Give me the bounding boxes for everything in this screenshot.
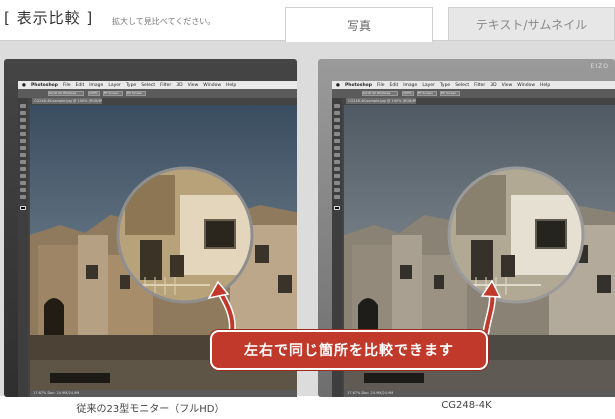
header: [ 表示比較 ] 拡大して見比べてください。 写真 テキスト/サムネイル — [0, 0, 615, 42]
fit-screen-button: Fit Screen — [103, 91, 123, 96]
fill-screen-button: Fill Screen — [440, 91, 460, 96]
tools-panel-left — [18, 98, 28, 397]
options-bar-right: Scroll All Windows 100% Fit Screen Fill … — [332, 89, 615, 98]
menu-item: Layer — [422, 82, 435, 88]
color-swatch-icon — [20, 206, 26, 210]
menu-item: File — [376, 82, 385, 88]
fit-screen-button: Fit Screen — [417, 91, 437, 96]
menu-item: Type — [125, 82, 137, 88]
eyedropper-tool-icon — [20, 132, 26, 136]
crop-tool-icon — [334, 125, 340, 129]
caption-left: 従来の23型モニター（フルHD） — [76, 404, 225, 415]
menu-item: Image — [89, 82, 104, 88]
menu-item: File — [62, 82, 71, 88]
options-bar-left: Scroll All Windows 100% Fit Screen Fill … — [18, 89, 297, 98]
tab-text-thumbnail[interactable]: テキスト/サムネイル — [448, 7, 615, 41]
comparison-callout: 左右で同じ箇所を比較できます — [210, 330, 488, 370]
brush-tool-icon — [334, 139, 340, 143]
caption-right: CG248-4K — [441, 400, 492, 411]
menu-item: Edit — [75, 82, 85, 88]
menu-item: 3D — [490, 82, 497, 88]
stamp-tool-icon — [20, 146, 26, 150]
zoom-100-button: 100% — [88, 91, 100, 96]
shape-tool-icon — [334, 181, 340, 185]
menu-item: Help — [226, 82, 237, 88]
hand-tool-icon — [20, 188, 26, 192]
marquee-tool-icon — [334, 111, 340, 115]
apple-icon: ● — [336, 82, 340, 88]
lasso-tool-icon — [20, 118, 26, 122]
scroll-all-button: Scroll All Windows — [362, 91, 398, 96]
menu-item: Filter — [474, 82, 486, 88]
color-swatch-icon — [334, 206, 340, 210]
tab-text-thumbnail-label: テキスト/サムネイル — [475, 18, 588, 32]
zoom-tool-icon — [334, 195, 340, 199]
eraser-tool-icon — [334, 153, 340, 157]
menu-item: Image — [403, 82, 418, 88]
menu-item: Edit — [389, 82, 399, 88]
document-tab-right: CG248-4K-sample.jpg @ 100% (RGB/8*) — [346, 98, 416, 104]
shape-tool-icon — [20, 181, 26, 185]
eraser-tool-icon — [20, 153, 26, 157]
menubar-left: ● Photoshop File Edit Image Layer Type S… — [18, 81, 297, 89]
eyedropper-tool-icon — [334, 132, 340, 136]
page-title: [ 表示比較 ] — [4, 9, 94, 27]
tab-photo-label: 写真 — [346, 18, 371, 33]
hand-tool-icon — [334, 188, 340, 192]
move-tool-icon — [334, 104, 340, 108]
document-tab-left: CG248-4K-sample.jpg @ 100% (RGB/8*) — [32, 98, 102, 104]
status-bar-left: 17.67% Doc: 24.9M/24.9M — [30, 390, 297, 397]
move-tool-icon — [20, 104, 26, 108]
menu-item: Select — [455, 82, 470, 88]
marquee-tool-icon — [20, 111, 26, 115]
tab-photo[interactable]: 写真 — [285, 7, 433, 42]
instruction-text: 拡大して見比べてください。 — [112, 17, 216, 26]
menubar-right: ● Photoshop File Edit Image Layer Type S… — [332, 81, 615, 89]
status-bar-right: 17.67% Doc: 24.9M/24.9M — [344, 390, 615, 397]
pen-tool-icon — [20, 167, 26, 171]
menu-item: Window — [203, 82, 222, 88]
gradient-tool-icon — [20, 160, 26, 164]
scroll-all-button: Scroll All Windows — [48, 91, 84, 96]
menu-item: View — [501, 82, 513, 88]
apple-icon: ● — [22, 82, 26, 88]
menu-item: Type — [439, 82, 451, 88]
zoom-tool-icon — [20, 195, 26, 199]
menu-item: Select — [141, 82, 156, 88]
menu-item: Layer — [108, 82, 121, 88]
menu-item: Photoshop — [30, 82, 58, 88]
lasso-tool-icon — [334, 118, 340, 122]
zoom-100-button: 100% — [402, 91, 414, 96]
menu-item: 3D — [176, 82, 183, 88]
brush-tool-icon — [20, 139, 26, 143]
pen-tool-icon — [334, 167, 340, 171]
gradient-tool-icon — [334, 160, 340, 164]
type-tool-icon — [334, 174, 340, 178]
menu-item: View — [187, 82, 199, 88]
fill-screen-button: Fill Screen — [126, 91, 146, 96]
menu-item: Photoshop — [344, 82, 372, 88]
stamp-tool-icon — [334, 146, 340, 150]
type-tool-icon — [20, 174, 26, 178]
brand-logo: EIZO — [590, 63, 609, 70]
menu-item: Filter — [160, 82, 172, 88]
menu-item: Help — [540, 82, 551, 88]
menu-item: Window — [517, 82, 536, 88]
crop-tool-icon — [20, 125, 26, 129]
